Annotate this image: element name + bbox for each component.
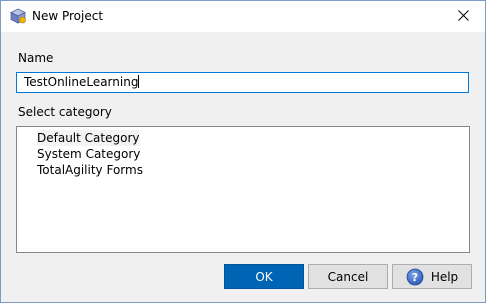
cancel-button[interactable]: Cancel <box>308 264 388 289</box>
cancel-button-label: Cancel <box>327 269 369 284</box>
dialog-title: New Project <box>32 9 104 23</box>
new-project-dialog: New Project Name TestOnlineLearning Sele… <box>0 0 486 303</box>
project-name-input[interactable]: TestOnlineLearning <box>16 72 469 93</box>
help-button-label: Help <box>430 269 459 284</box>
svg-text:?: ? <box>412 271 418 284</box>
project-cube-icon <box>10 8 26 24</box>
title-bar: New Project <box>1 1 485 32</box>
list-item-totalagility-forms[interactable]: TotalAgility Forms <box>37 162 143 178</box>
list-item-default-category[interactable]: Default Category <box>37 130 140 146</box>
text-caret <box>138 75 140 88</box>
list-item-system-category[interactable]: System Category <box>37 146 140 162</box>
help-question-icon: ? <box>406 268 424 286</box>
help-button[interactable]: ? Help <box>392 264 472 289</box>
close-button[interactable] <box>441 1 485 32</box>
select-category-label: Select category <box>18 105 112 119</box>
project-name-value: TestOnlineLearning <box>24 75 139 89</box>
name-label: Name <box>18 51 54 65</box>
close-icon <box>457 9 469 24</box>
ok-button-label: OK <box>255 269 273 284</box>
category-listbox[interactable]: Default Category System Category TotalAg… <box>16 126 470 253</box>
ok-button[interactable]: OK <box>224 264 304 289</box>
